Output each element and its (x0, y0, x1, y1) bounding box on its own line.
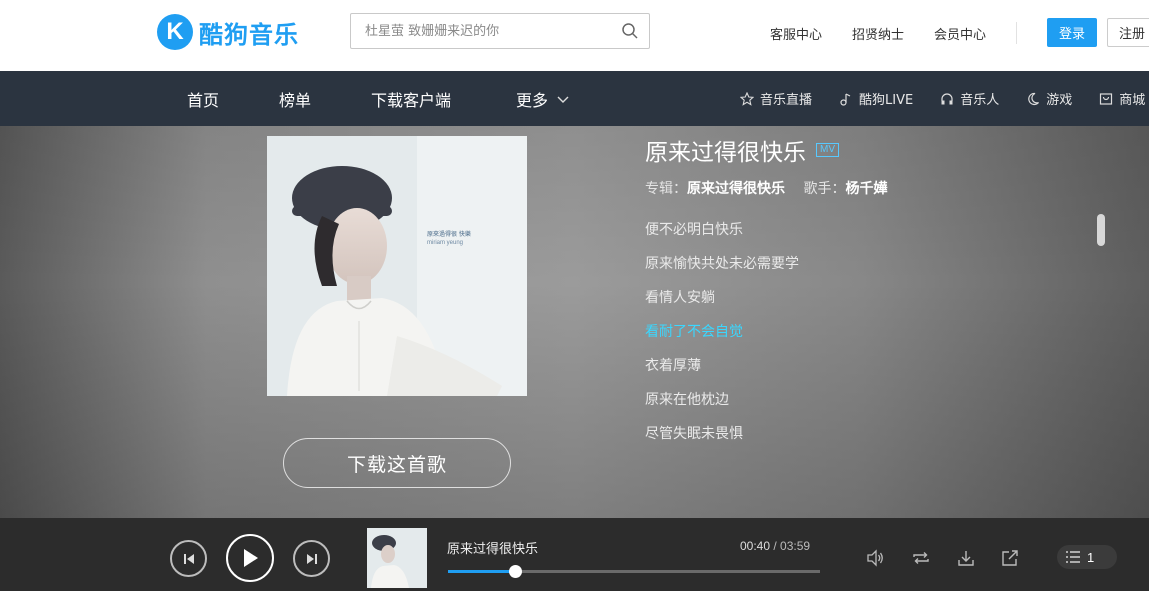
logo-k-icon: K (157, 14, 193, 50)
album-cover: 原來過得很 快樂 miriam yeung (267, 136, 527, 396)
link-careers[interactable]: 招贤纳士 (852, 24, 904, 43)
nav-shop[interactable]: 商城 (1099, 89, 1145, 108)
volume-icon[interactable] (865, 548, 885, 568)
player-bar: 原来过得很快乐 00:40 / 03:59 1 (0, 518, 1149, 591)
link-member-center[interactable]: 会员中心 (934, 24, 986, 43)
lyric-line: 衣着厚薄 (645, 358, 701, 374)
logo-text: 酷狗音乐 (199, 20, 299, 49)
album-label: 专辑： (645, 181, 687, 197)
nav-kugou-live[interactable]: 酷狗LIVE (839, 89, 913, 108)
lyric-line: 原来愉快共处未必需要学 (645, 256, 799, 272)
repeat-icon[interactable] (911, 548, 931, 568)
download-icon[interactable] (956, 548, 976, 568)
nav-kugou-live-label: 酷狗LIVE (859, 93, 914, 108)
search-input[interactable] (351, 14, 611, 48)
player-cover-thumbnail[interactable] (367, 528, 427, 588)
singer-name[interactable]: 杨千嬅 (845, 181, 887, 197)
song-title: 原来过得很快乐 MV (645, 133, 839, 167)
chevron-down-icon (557, 96, 569, 103)
nav-right: 音乐直播 酷狗LIVE 音乐人 游戏 商城 (740, 71, 1149, 126)
search-icon[interactable] (621, 22, 639, 40)
main-nav: 首页 榜单 下载客户端 更多 音乐直播 酷狗LIVE 音乐人 游戏 商城 (0, 71, 1149, 126)
previous-icon (183, 553, 194, 564)
cover-artist-text: miriam yeung (427, 240, 463, 246)
player-time: 00:40 / 03:59 (740, 539, 810, 553)
player-cover-art (367, 528, 427, 588)
moon-icon (1028, 92, 1040, 105)
nav-main: 首页 榜单 下载客户端 更多 (187, 71, 570, 126)
nav-shop-label: 商城 (1119, 93, 1146, 108)
login-button[interactable]: 登录 (1047, 18, 1097, 47)
current-time: 00:40 (740, 539, 771, 553)
bag-icon (1100, 92, 1113, 105)
album-name[interactable]: 原来过得很快乐 (687, 181, 785, 197)
lyric-line: 原来在他枕边 (645, 392, 729, 408)
next-icon (306, 553, 317, 564)
mv-badge[interactable]: MV (816, 143, 839, 157)
nav-musician[interactable]: 音乐人 (940, 89, 999, 108)
header-divider (1016, 22, 1017, 44)
nav-musician-label: 音乐人 (960, 93, 1000, 108)
nav-games-label: 游戏 (1046, 93, 1073, 108)
previous-button[interactable] (170, 540, 207, 577)
lyrics-panel: 便不必明白快乐 原来愉快共处未必需要学 看情人安躺 看耐了不会自觉 衣着厚薄 原… (645, 218, 1085, 456)
nav-more-label: 更多 (516, 90, 549, 110)
song-meta: 专辑：原来过得很快乐 歌手：杨千嬅 (645, 178, 887, 198)
lyrics-scrollbar[interactable] (1097, 214, 1105, 246)
nav-download-client[interactable]: 下载客户端 (371, 87, 516, 111)
lyric-line-active: 看耐了不会自觉 (645, 324, 743, 340)
progress-bar[interactable] (448, 565, 820, 578)
next-button[interactable] (293, 540, 330, 577)
nav-live-music[interactable]: 音乐直播 (740, 89, 812, 108)
lyric-line: 看情人安躺 (645, 290, 715, 306)
nav-home[interactable]: 首页 (187, 87, 279, 111)
time-separator: / (770, 539, 781, 553)
lyric-line: 尽管失眠未畏惧 (645, 426, 743, 442)
nav-more[interactable]: 更多 (516, 87, 570, 111)
progress-fill (448, 570, 515, 573)
play-icon (244, 549, 258, 567)
playlist-queue-button[interactable]: 1 (1057, 545, 1117, 569)
lyric-line: 便不必明白快乐 (645, 222, 743, 238)
headphones-icon (941, 92, 953, 104)
progress-handle[interactable] (508, 565, 522, 578)
song-title-text: 原来过得很快乐 (645, 140, 806, 166)
register-button[interactable]: 注册 (1107, 18, 1149, 47)
nav-live-music-label: 音乐直播 (760, 93, 813, 108)
nav-games[interactable]: 游戏 (1026, 89, 1072, 108)
kugou-logo[interactable]: K 酷狗音乐 (157, 13, 299, 51)
nav-charts[interactable]: 榜单 (279, 87, 371, 111)
total-time: 03:59 (780, 539, 811, 553)
top-links: 客服中心 招贤纳士 会员中心 (770, 24, 1016, 43)
queue-count: 1 (1087, 549, 1095, 565)
top-header: K 酷狗音乐 客服中心 招贤纳士 会员中心 登录 注册 (0, 0, 1149, 71)
music-note-icon (840, 92, 851, 106)
download-song-button[interactable]: 下载这首歌 (283, 438, 511, 488)
cover-title-text: 原來過得很 快樂 (427, 230, 471, 238)
star-icon (740, 91, 754, 106)
playlist-icon (1066, 551, 1080, 563)
song-stage: 原來過得很 快樂 miriam yeung 下载这首歌 原来过得很快乐 MV 专… (0, 126, 1149, 518)
search-box (350, 13, 650, 49)
singer-label: 歌手： (803, 181, 846, 197)
share-icon[interactable] (1000, 548, 1020, 568)
link-customer-service[interactable]: 客服中心 (770, 24, 822, 43)
play-button[interactable] (226, 534, 274, 582)
album-cover-art: 原來過得很 快樂 miriam yeung (267, 136, 527, 396)
player-song-title: 原来过得很快乐 (447, 542, 539, 557)
